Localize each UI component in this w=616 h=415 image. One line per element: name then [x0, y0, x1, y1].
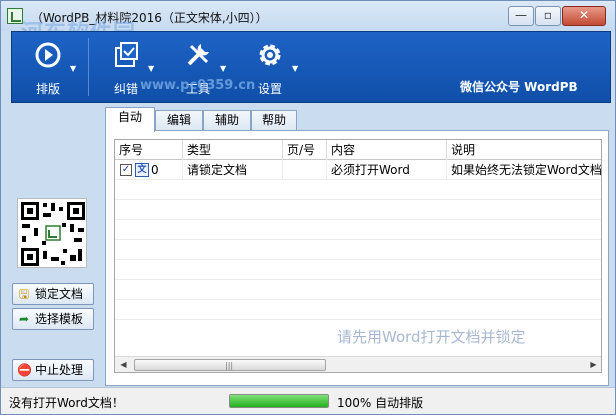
tools-icon: [183, 40, 213, 70]
progress-text: 100% 自动排版: [337, 396, 424, 410]
settings-dropdown-icon[interactable]: ▼: [292, 64, 298, 73]
qr-code: [17, 198, 87, 268]
title-bar[interactable]: （WordPB_材料院2016（正文宋体,小四）） 河东软件园 — ▫ ✕: [1, 1, 615, 46]
select-template-label: 选择模板: [35, 312, 84, 326]
row-index: 0: [151, 163, 159, 177]
watermark-url: www.pc0359.cn: [140, 78, 256, 93]
column-header-page[interactable]: 页/号: [283, 140, 327, 160]
empty-row: [115, 260, 601, 280]
wechat-account-text: 微信公众号 WordPB: [460, 80, 578, 94]
status-message: 没有打开Word文档！: [9, 396, 124, 410]
word-doc-icon: 文: [135, 163, 149, 177]
progress-fill: [230, 395, 328, 407]
typeset-icon: [33, 40, 63, 70]
grid-header: 序号 类型 页/号 内容 说明: [115, 140, 601, 160]
progress-bar: [229, 394, 329, 408]
scrollbar-thumb[interactable]: |||: [134, 359, 326, 371]
maximize-button[interactable]: ▫: [535, 6, 561, 26]
lock-document-button[interactable]: 🖫 锁定文档: [12, 283, 94, 305]
stop-icon: ⛔: [17, 363, 32, 377]
proofread-icon: [111, 40, 141, 70]
toolbar-typeset-button[interactable]: 排版 ▼: [12, 32, 84, 102]
tab-edit[interactable]: 编辑: [155, 110, 203, 131]
minimize-button[interactable]: —: [508, 6, 534, 26]
lock-doc-icon: 🖫: [18, 287, 30, 301]
gear-icon: [255, 40, 285, 70]
typeset-dropdown-icon[interactable]: ▼: [70, 64, 76, 73]
lock-document-label: 锁定文档: [35, 287, 84, 301]
stop-processing-label: 中止处理: [35, 363, 84, 377]
scroll-right-icon[interactable]: ▶: [585, 357, 601, 372]
tools-dropdown-icon[interactable]: ▼: [220, 64, 226, 73]
row-index-cell: ✓ 文 0: [115, 160, 183, 180]
left-panel: 🖫 锁定文档 ➦ 选择模板 ⛔ 中止处理: [9, 105, 99, 387]
grip-icon: |||: [225, 361, 234, 370]
ribbon-toolbar: 排版 ▼ 纠错 ▼ 工具 ▼ 设置 ▼ www.pc0359.cn 微信公众号: [11, 31, 611, 103]
app-window: （WordPB_材料院2016（正文宋体,小四）） 河东软件园 — ▫ ✕ 排版…: [0, 0, 616, 415]
empty-hint: 请先用Word打开文档并锁定: [337, 328, 526, 346]
table-row[interactable]: ✓ 文 0 请锁定文档 必须打开Word 如果始终无法锁定Word文档: [115, 160, 602, 180]
proofread-dropdown-icon[interactable]: ▼: [148, 64, 154, 73]
column-header-type[interactable]: 类型: [183, 140, 283, 160]
status-bar: 没有打开Word文档！ 100% 自动排版: [1, 387, 615, 414]
row-page: [283, 160, 327, 180]
row-type: 请锁定文档: [183, 160, 283, 180]
empty-row: [115, 220, 601, 240]
row-note: 如果始终无法锁定Word文档: [451, 163, 602, 177]
column-header-content[interactable]: 内容: [327, 140, 447, 160]
tab-content: 序号 类型 页/号 内容 说明 ✓ 文 0 请锁定文档 必须打开Word 如果始…: [105, 130, 609, 386]
task-list-grid[interactable]: 序号 类型 页/号 内容 说明 ✓ 文 0 请锁定文档 必须打开Word 如果始…: [114, 139, 602, 373]
select-template-button[interactable]: ➦ 选择模板: [12, 308, 94, 330]
toolbar-typeset-label: 排版: [35, 82, 60, 96]
column-header-index[interactable]: 序号: [115, 140, 183, 160]
horizontal-scrollbar[interactable]: ◀ ||| ▶: [115, 356, 601, 372]
tab-help[interactable]: 帮助: [251, 110, 297, 131]
close-button[interactable]: ✕: [562, 6, 606, 26]
column-header-note[interactable]: 说明: [447, 140, 601, 160]
tab-auto[interactable]: 自动: [105, 107, 155, 132]
empty-row: [115, 200, 601, 220]
row-checkbox[interactable]: ✓: [120, 164, 132, 176]
tab-assist[interactable]: 辅助: [203, 110, 251, 131]
arrow-right-icon: ➦: [18, 312, 30, 326]
row-content: 必须打开Word: [327, 160, 447, 180]
empty-row: [115, 180, 601, 200]
toolbar-separator: [88, 38, 89, 96]
stop-processing-button[interactable]: ⛔ 中止处理: [12, 359, 94, 381]
scroll-left-icon[interactable]: ◀: [115, 357, 132, 372]
empty-row: [115, 280, 601, 300]
empty-row: [115, 300, 601, 320]
empty-row: [115, 240, 601, 260]
